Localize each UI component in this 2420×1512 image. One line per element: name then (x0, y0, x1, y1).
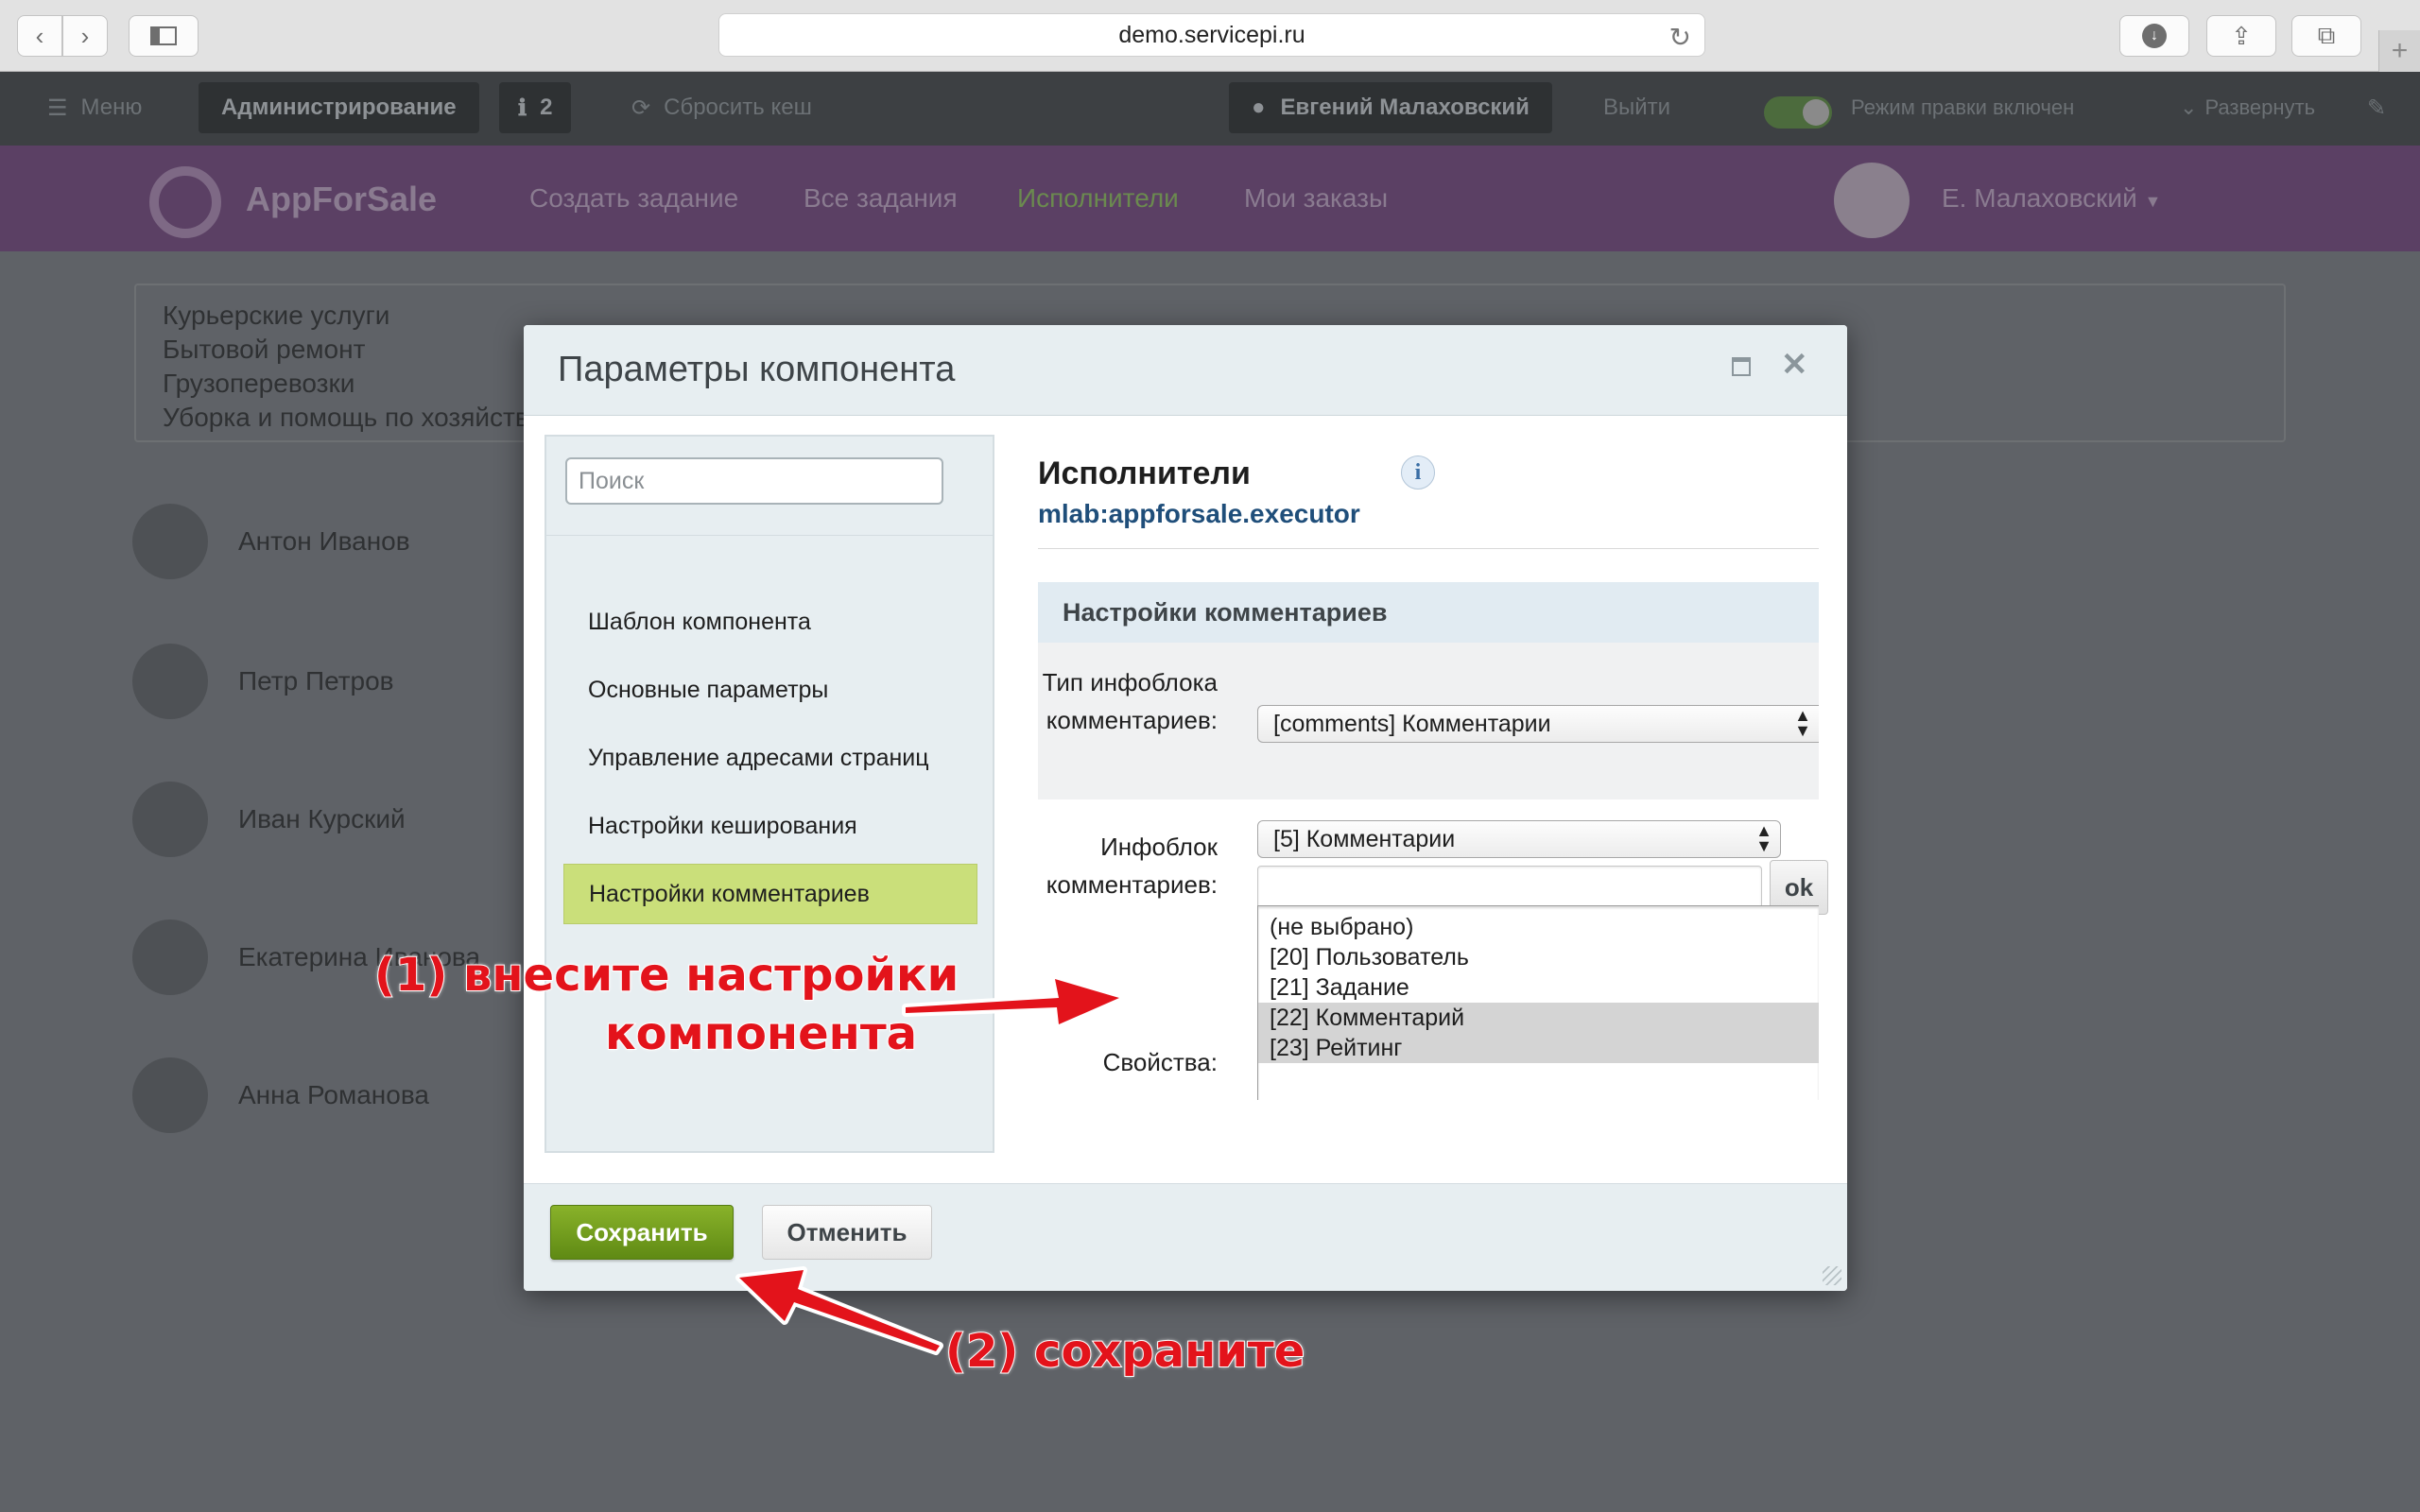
arrow-to-save (735, 1266, 943, 1355)
annotation-step1-line2: компонента (604, 1006, 918, 1061)
annotation-step2: (2) сохраните (944, 1324, 1305, 1379)
annotation-arrows (735, 975, 1123, 1355)
annotation-step1-line1: (1) внесите настройки (373, 948, 959, 1003)
